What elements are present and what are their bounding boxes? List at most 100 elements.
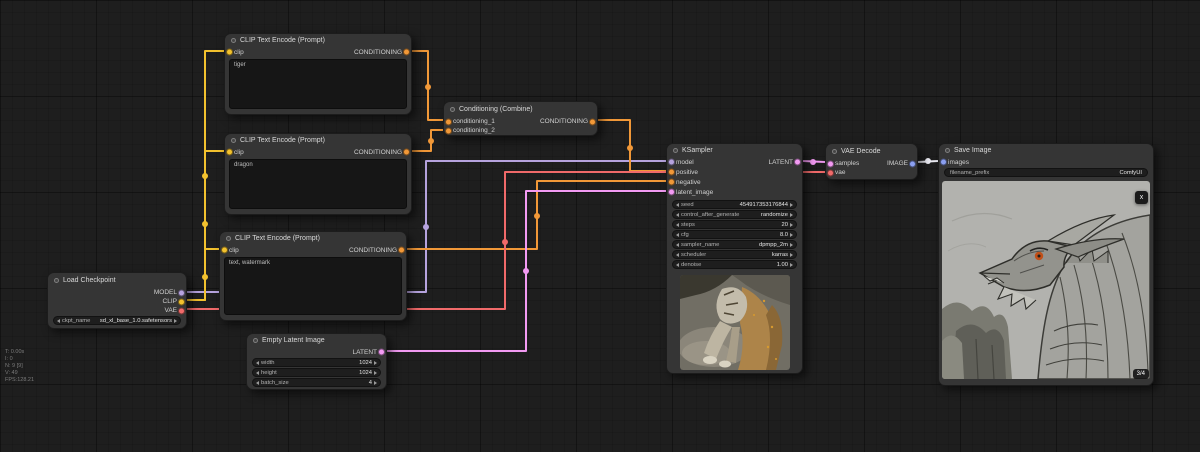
scheduler-widget[interactable]: scheduler karras	[672, 250, 797, 259]
decrement-arrow-icon[interactable]	[676, 222, 679, 227]
increment-arrow-icon[interactable]	[374, 360, 377, 365]
latent-output-label: LATENT	[352, 348, 377, 356]
decode-to-save-images-midpoint-dot	[925, 158, 931, 164]
vae-input-label: vae	[835, 169, 846, 176]
node-collapse-dot[interactable]	[832, 149, 837, 154]
conditioning-output-slot[interactable]	[589, 118, 596, 125]
node-graph-canvas[interactable]: CLIP Text Encode (Prompt) clip CONDITION…	[0, 0, 1200, 452]
steps-widget[interactable]: steps 20	[672, 220, 797, 229]
conditioning-output-slot[interactable]	[403, 148, 410, 156]
node-title-bar[interactable]: CLIP Text Encode (Prompt)	[225, 34, 411, 47]
conditioning-1-input-slot[interactable]	[445, 118, 452, 125]
decrement-arrow-icon[interactable]	[676, 232, 679, 237]
model-output-label: MODEL	[153, 289, 177, 296]
next-value-arrow-icon[interactable]	[790, 242, 793, 247]
decrement-arrow-icon[interactable]	[256, 380, 259, 385]
prev-value-arrow-icon[interactable]	[676, 242, 679, 247]
next-value-arrow-icon[interactable]	[790, 252, 793, 257]
node-title-bar[interactable]: Save Image	[939, 144, 1153, 157]
checkpoint-vae-to-decode-midpoint-dot	[502, 239, 508, 245]
sampler-name-widget[interactable]: sampler_name dpmpp_2m	[672, 240, 797, 249]
decrement-arrow-icon[interactable]	[676, 202, 679, 207]
increment-arrow-icon[interactable]	[790, 262, 793, 267]
height-widget[interactable]: height 1024	[252, 368, 381, 377]
node-load-checkpoint[interactable]: Load Checkpoint MODEL CLIP VAE ckpt_name…	[47, 272, 187, 329]
latent-image-input-slot[interactable]	[668, 188, 675, 196]
denoise-widget[interactable]: denoise 1.00	[672, 260, 797, 269]
prev-value-arrow-icon[interactable]	[676, 212, 679, 217]
node-empty-latent-image[interactable]: Empty Latent Image LATENT width 1024 hei…	[246, 333, 387, 390]
conditioning-2-input-slot[interactable]	[445, 127, 452, 134]
decrement-arrow-icon[interactable]	[256, 370, 259, 375]
increment-arrow-icon[interactable]	[374, 370, 377, 375]
node-collapse-dot[interactable]	[231, 138, 236, 143]
prompt-text-input[interactable]: dragon	[229, 159, 407, 209]
node-collapse-dot[interactable]	[54, 278, 59, 283]
prompt-text-input[interactable]: text, watermark	[224, 257, 402, 315]
positive-input-slot[interactable]	[668, 168, 675, 176]
node-title-bar[interactable]: VAE Decode	[826, 144, 917, 159]
node-title-bar[interactable]: CLIP Text Encode (Prompt)	[220, 232, 406, 245]
clip-input-slot[interactable]	[226, 148, 233, 156]
encode2-to-combine-cond2-midpoint-dot	[428, 138, 434, 144]
decrement-arrow-icon[interactable]	[256, 360, 259, 365]
increment-arrow-icon[interactable]	[374, 380, 377, 385]
node-ksampler[interactable]: KSampler model LATENT positive negative …	[666, 143, 803, 374]
cfg-widget[interactable]: cfg 8.0	[672, 230, 797, 239]
samples-input-slot[interactable]	[827, 160, 834, 167]
filename-prefix-widget[interactable]: filename_prefix ComfyUI	[944, 168, 1148, 177]
prompt-text-input[interactable]: tiger	[229, 59, 407, 109]
canvas-perf-stats: T: 0.00s I: 0 N: 9 [9] V: 49 FPS:128.21	[5, 349, 34, 384]
image-output-label: IMAGE	[887, 160, 908, 167]
vae-input-slot[interactable]	[827, 169, 834, 176]
node-collapse-dot[interactable]	[945, 148, 950, 153]
seed-widget[interactable]: seed 454917353176844	[672, 200, 797, 209]
node-clip-text-encode-3[interactable]: CLIP Text Encode (Prompt) clip CONDITION…	[219, 231, 407, 321]
latent-output-slot[interactable]	[378, 348, 385, 356]
increment-arrow-icon[interactable]	[790, 222, 793, 227]
node-collapse-dot[interactable]	[231, 38, 236, 43]
encode1-to-combine-cond1-midpoint-dot	[425, 84, 431, 90]
node-collapse-dot[interactable]	[253, 338, 258, 343]
increment-arrow-icon[interactable]	[790, 232, 793, 237]
node-collapse-dot[interactable]	[226, 236, 231, 241]
node-vae-decode[interactable]: VAE Decode samples IMAGE vae	[825, 143, 918, 180]
node-conditioning-combine[interactable]: Conditioning (Combine) conditioning_1 CO…	[443, 101, 598, 136]
model-input-slot[interactable]	[668, 158, 675, 166]
next-value-arrow-icon[interactable]	[790, 212, 793, 217]
close-preview-button[interactable]: x	[1135, 191, 1148, 204]
prev-value-arrow-icon[interactable]	[676, 252, 679, 257]
images-input-slot[interactable]	[940, 158, 947, 166]
decrement-arrow-icon[interactable]	[676, 262, 679, 267]
node-title-bar[interactable]: CLIP Text Encode (Prompt)	[225, 134, 411, 147]
model-output-slot[interactable]	[178, 289, 185, 296]
node-title-bar[interactable]: KSampler	[667, 144, 802, 157]
prev-value-arrow-icon[interactable]	[57, 318, 60, 323]
node-save-image[interactable]: Save Image images filename_prefix ComfyU…	[938, 143, 1154, 386]
clip-input-slot[interactable]	[221, 246, 228, 254]
latent-output-slot[interactable]	[794, 158, 801, 166]
negative-input-slot[interactable]	[668, 178, 675, 186]
node-title-bar[interactable]: Empty Latent Image	[247, 334, 386, 347]
node-collapse-dot[interactable]	[450, 107, 455, 112]
images-input-label: images	[948, 158, 969, 166]
node-clip-text-encode-1[interactable]: CLIP Text Encode (Prompt) clip CONDITION…	[224, 33, 412, 115]
conditioning-output-slot[interactable]	[398, 246, 405, 254]
image-output-slot[interactable]	[909, 160, 916, 167]
save-image-preview	[942, 181, 1150, 379]
clip-input-slot[interactable]	[226, 48, 233, 56]
control-after-generate-widget[interactable]: control_after_generate randomize	[672, 210, 797, 219]
batch-size-widget[interactable]: batch_size 4	[252, 378, 381, 387]
next-value-arrow-icon[interactable]	[174, 318, 177, 323]
width-widget[interactable]: width 1024	[252, 358, 381, 367]
clip-output-slot[interactable]	[178, 298, 185, 305]
vae-output-slot[interactable]	[178, 307, 185, 314]
node-clip-text-encode-2[interactable]: CLIP Text Encode (Prompt) clip CONDITION…	[224, 133, 412, 215]
node-collapse-dot[interactable]	[673, 148, 678, 153]
increment-arrow-icon[interactable]	[790, 202, 793, 207]
samples-input-label: samples	[835, 160, 860, 167]
ckpt-name-widget[interactable]: ckpt_name sd_xl_base_1.0.safetensors	[53, 316, 181, 325]
conditioning-output-slot[interactable]	[403, 48, 410, 56]
node-title-bar[interactable]: Load Checkpoint	[48, 273, 186, 288]
node-title-bar[interactable]: Conditioning (Combine)	[444, 102, 597, 117]
